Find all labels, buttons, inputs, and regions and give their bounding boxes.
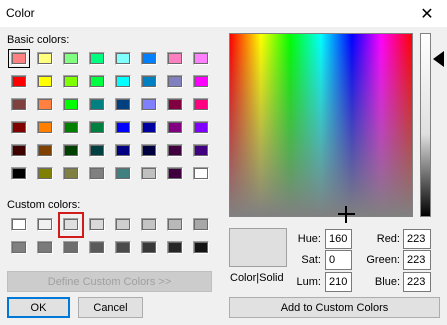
basic-color-swatch[interactable] — [11, 121, 27, 134]
ok-button[interactable]: OK — [7, 297, 70, 318]
basic-color-swatch[interactable] — [141, 98, 157, 111]
basic-color-swatch[interactable] — [89, 52, 105, 65]
custom-color-swatch[interactable] — [89, 241, 105, 254]
luminosity-arrow-icon[interactable] — [433, 51, 444, 67]
custom-color-swatch[interactable] — [89, 218, 105, 231]
basic-color-swatch[interactable] — [141, 52, 157, 65]
custom-color-swatch[interactable] — [167, 218, 183, 231]
define-custom-colors-button[interactable]: Define Custom Colors >> — [7, 271, 212, 292]
basic-color-swatch[interactable] — [37, 75, 53, 88]
basic-color-swatch[interactable] — [37, 144, 53, 157]
basic-color-swatch[interactable] — [63, 121, 79, 134]
basic-color-swatch[interactable] — [89, 144, 105, 157]
custom-color-swatch[interactable] — [115, 241, 131, 254]
custom-color-swatch[interactable] — [115, 218, 131, 231]
basic-color-swatch[interactable] — [167, 75, 183, 88]
basic-color-swatch[interactable] — [115, 121, 131, 134]
color-spectrum[interactable] — [229, 33, 413, 217]
red-label: Red: — [376, 233, 400, 245]
custom-color-swatch[interactable] — [193, 218, 209, 231]
basic-color-swatch[interactable] — [167, 167, 183, 180]
basic-color-swatch[interactable] — [193, 52, 209, 65]
basic-color-swatch[interactable] — [193, 121, 209, 134]
basic-color-swatch[interactable] — [167, 52, 183, 65]
basic-color-swatch[interactable] — [193, 98, 209, 111]
basic-color-swatch[interactable] — [63, 144, 79, 157]
basic-color-swatch[interactable] — [141, 75, 157, 88]
sat-input[interactable]: 0 — [325, 250, 352, 270]
basic-color-swatch[interactable] — [11, 75, 27, 88]
add-to-custom-colors-button[interactable]: Add to Custom Colors — [229, 297, 440, 318]
cancel-button[interactable]: Cancel — [78, 297, 143, 318]
custom-colors-label: Custom colors: — [7, 199, 81, 211]
color-solid-label: Color|Solid — [230, 272, 284, 284]
basic-color-swatch[interactable] — [89, 121, 105, 134]
basic-color-swatch[interactable] — [89, 167, 105, 180]
basic-color-swatch[interactable] — [37, 52, 53, 65]
basic-color-swatch[interactable] — [167, 121, 183, 134]
basic-color-swatch[interactable] — [63, 167, 79, 180]
custom-color-selection-frame — [58, 212, 84, 238]
custom-color-swatch[interactable] — [11, 218, 27, 231]
custom-color-swatch[interactable] — [37, 218, 53, 231]
basic-color-swatch[interactable] — [37, 98, 53, 111]
title-bar: Color ✕ — [0, 0, 447, 27]
basic-color-swatch[interactable] — [63, 52, 79, 65]
custom-color-swatch[interactable] — [63, 241, 79, 254]
basic-color-swatch[interactable] — [193, 144, 209, 157]
basic-color-swatch[interactable] — [115, 52, 131, 65]
basic-color-swatch[interactable] — [141, 144, 157, 157]
lum-label: Lum: — [296, 276, 321, 288]
custom-color-swatch[interactable] — [11, 241, 27, 254]
green-input[interactable]: 223 — [403, 250, 431, 270]
luminosity-slider[interactable] — [420, 33, 431, 217]
basic-color-swatch[interactable] — [11, 167, 27, 180]
custom-color-swatch[interactable] — [141, 241, 157, 254]
basic-color-swatch[interactable] — [11, 144, 27, 157]
basic-color-swatch[interactable] — [89, 75, 105, 88]
color-preview — [229, 228, 287, 267]
close-icon: ✕ — [420, 5, 434, 23]
red-input[interactable]: 223 — [403, 229, 431, 249]
basic-color-swatch[interactable] — [167, 98, 183, 111]
basic-color-swatch[interactable] — [115, 167, 131, 180]
custom-color-swatch[interactable] — [193, 241, 209, 254]
basic-color-swatch[interactable] — [115, 75, 131, 88]
basic-color-swatch[interactable] — [37, 121, 53, 134]
lum-input[interactable]: 210 — [325, 272, 352, 292]
hue-label: Hue: — [297, 233, 321, 245]
custom-color-swatch[interactable] — [141, 218, 157, 231]
basic-color-swatch[interactable] — [193, 75, 209, 88]
basic-color-swatch[interactable] — [193, 167, 209, 180]
basic-color-swatch[interactable] — [167, 144, 183, 157]
basic-color-swatch[interactable] — [37, 167, 53, 180]
sat-label: Sat: — [301, 254, 321, 266]
blue-label: Blue: — [374, 276, 400, 288]
window-title: Color — [6, 6, 35, 20]
basic-color-swatch[interactable] — [141, 167, 157, 180]
crosshair-cursor-icon[interactable] — [338, 206, 355, 223]
basic-color-swatch[interactable] — [63, 98, 79, 111]
close-button[interactable]: ✕ — [407, 0, 447, 27]
basic-color-swatch[interactable] — [11, 52, 27, 65]
basic-color-swatch[interactable] — [11, 98, 27, 111]
custom-color-swatch[interactable] — [37, 241, 53, 254]
basic-color-swatch[interactable] — [89, 98, 105, 111]
hue-input[interactable]: 160 — [325, 229, 352, 249]
green-label: Green: — [366, 254, 400, 266]
basic-color-swatch[interactable] — [115, 144, 131, 157]
basic-color-swatch[interactable] — [63, 75, 79, 88]
basic-color-swatch[interactable] — [141, 121, 157, 134]
custom-color-swatch[interactable] — [167, 241, 183, 254]
basic-color-swatch[interactable] — [115, 98, 131, 111]
basic-colors-label: Basic colors: — [7, 34, 70, 46]
blue-input[interactable]: 223 — [403, 272, 431, 292]
